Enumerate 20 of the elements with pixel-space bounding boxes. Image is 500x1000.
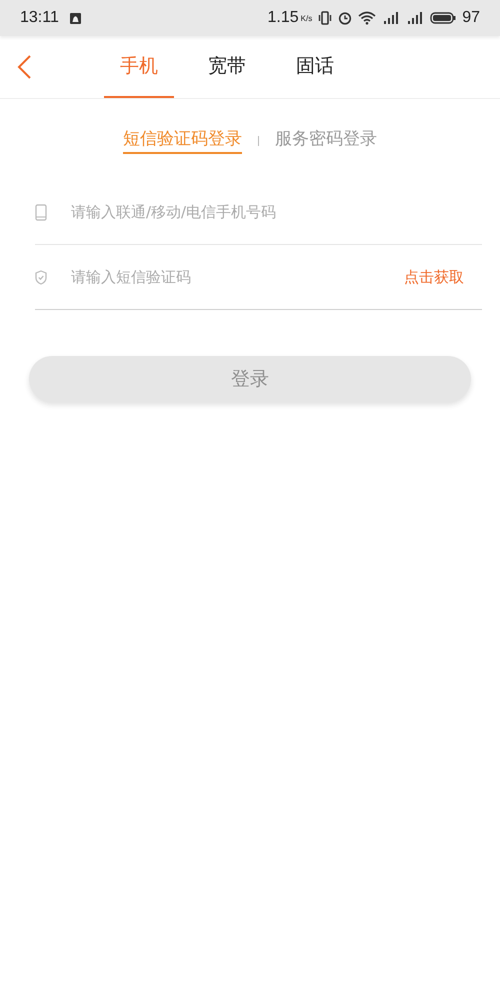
get-code-link[interactable]: 点击获取: [404, 268, 464, 286]
tab[interactable]: 宽带: [192, 36, 262, 98]
notification-icon: [68, 12, 82, 24]
vibrate-icon: [318, 11, 332, 25]
tab[interactable]: 手机: [104, 36, 174, 98]
back-icon[interactable]: [16, 54, 32, 80]
login-mode-tab[interactable]: 短信验证码登录: [123, 127, 242, 154]
wifi-icon: [358, 11, 376, 25]
tab[interactable]: 固话: [280, 36, 350, 98]
battery-icon: [430, 12, 456, 24]
shield-icon: [35, 270, 47, 284]
phone-icon: [35, 204, 47, 220]
alarm-icon: [338, 11, 352, 25]
status-time: 13:11: [20, 9, 59, 27]
login-mode-tab[interactable]: 服务密码登录: [275, 127, 377, 154]
battery-level: 97: [462, 9, 480, 27]
network-speed: 1.15: [268, 9, 299, 27]
speed-unit: K/s: [300, 14, 312, 22]
signal-icon: [406, 11, 424, 25]
signal-icon: [382, 11, 400, 25]
